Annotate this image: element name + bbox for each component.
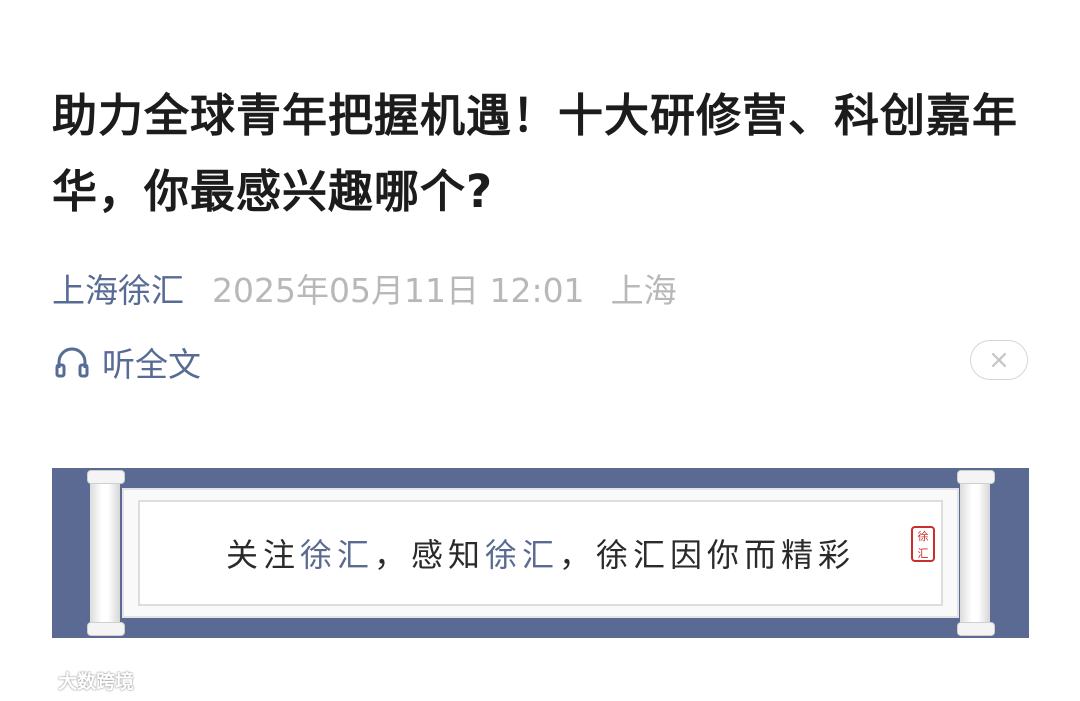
red-seal-stamp: 徐汇 [911, 526, 935, 562]
slogan-text: 关注徐汇，感知徐汇，徐汇因你而精彩 [225, 536, 856, 574]
publish-location: 上海 [610, 271, 677, 310]
listen-full-text-button[interactable]: 听全文 [52, 338, 201, 386]
slogan-banner: 关注徐汇，感知徐汇，徐汇因你而精彩 徐汇 [52, 468, 1029, 638]
watermark-text: 大数跨境 [58, 670, 135, 693]
scroll-rod-right [957, 470, 995, 636]
listen-label: 听全文 [102, 345, 201, 384]
article-title: 助力全球青年把握机遇！十大研修营、科创嘉年华，你最感兴趣哪个? [52, 89, 1019, 218]
close-button[interactable] [970, 340, 1028, 380]
watermark-logo-icon [10, 671, 52, 689]
close-icon [991, 352, 1007, 368]
scroll-paper: 关注徐汇，感知徐汇，徐汇因你而精彩 徐汇 [122, 488, 959, 618]
watermark: 大数跨境 [10, 668, 135, 693]
account-name-link[interactable]: 上海徐汇 [52, 264, 184, 312]
headphones-icon [52, 342, 92, 382]
publish-date: 2025年05月11日 12:01 [212, 271, 585, 310]
article-meta: 上海徐汇 2025年05月11日 12:01 上海 [52, 262, 677, 314]
scroll-rod-left [87, 470, 125, 636]
